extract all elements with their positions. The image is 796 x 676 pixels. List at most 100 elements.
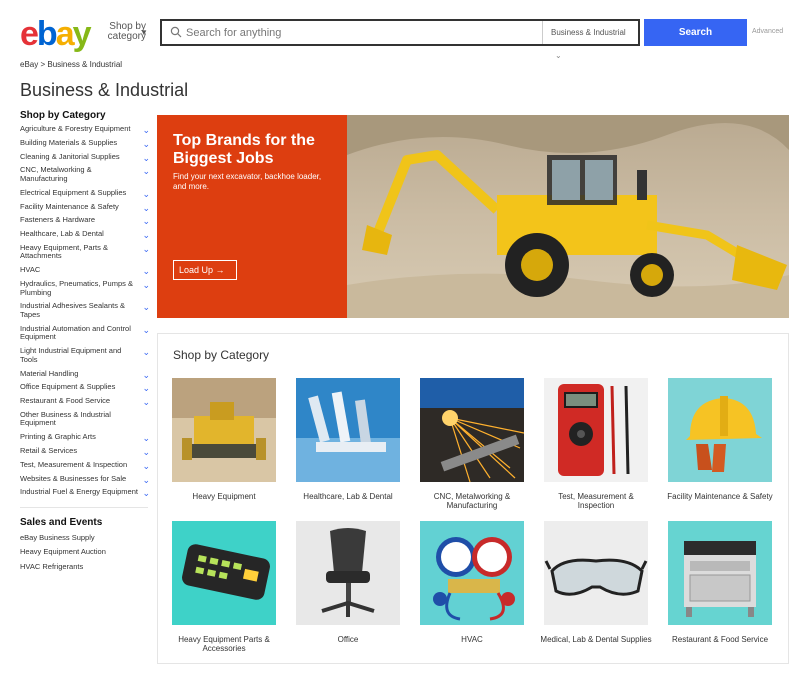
category-tile-healthcare-lab-dental[interactable]: Healthcare, Lab & Dental <box>292 378 404 501</box>
search-category-select[interactable]: Business & Industrial ⌄ <box>542 21 638 60</box>
bulldozer-image <box>172 378 276 482</box>
sales-event-link[interactable]: HVAC Refrigerants <box>20 562 152 571</box>
sidebar-item[interactable]: HVAC ⌄ <box>20 265 152 276</box>
safety-glasses-image <box>544 521 648 625</box>
sidebar-item[interactable]: Material Handling ⌄ <box>20 368 152 379</box>
sidebar-item[interactable]: Hydraulics, Pneumatics, Pumps & Plumbing… <box>20 279 152 297</box>
sidebar-item-label: Office Equipment & Supplies <box>20 382 116 392</box>
category-tile-heavy-equipment-parts[interactable]: Heavy Equipment Parts & Accessories <box>168 521 280 653</box>
tile-label: Facility Maintenance & Safety <box>667 492 773 501</box>
logo-letter-a: a <box>55 15 75 53</box>
page: ebay Shop by category ▼ Business & Indus… <box>0 0 796 676</box>
breadcrumb[interactable]: eBay > Business & Industrial <box>20 60 122 69</box>
sidebar-item[interactable]: Facility Maintenance & Safety ⌄ <box>20 202 152 212</box>
chevron-down-icon[interactable]: ⌄ <box>142 448 150 457</box>
sidebar-item[interactable]: Industrial Automation and Control Equipm… <box>20 323 152 342</box>
stove-image <box>668 521 772 625</box>
sidebar-category-list: Agriculture & Forestry Equipment ⌄ Buildin… <box>20 124 152 498</box>
chevron-down-icon[interactable]: ⌄ <box>142 231 150 240</box>
sidebar-item[interactable]: Building Materials & Supplies ⌄ <box>20 138 152 148</box>
chevron-down-icon[interactable]: ⌄ <box>142 203 150 212</box>
sidebar-item[interactable]: Printing & Graphic Arts ⌄ <box>20 432 152 443</box>
sidebar-item[interactable]: CNC, Metalworking & Manufacturing ⌄ <box>20 166 152 183</box>
sidebar-item[interactable]: Restaurant & Food Service ⌄ <box>20 396 152 407</box>
sidebar-item[interactable]: Office Equipment & Supplies ⌄ <box>20 382 152 393</box>
search-category-label: Business & Industrial <box>551 28 626 37</box>
tile-label: HVAC <box>461 635 483 644</box>
sidebar-item[interactable]: Agriculture & Forestry Equipment ⌄ <box>20 124 152 135</box>
chevron-down-icon[interactable]: ⌄ <box>142 325 150 334</box>
tile-label: CNC, Metalworking & Manufacturing <box>433 492 511 510</box>
chevron-down-icon[interactable]: ⌄ <box>142 303 150 312</box>
sidebar-item[interactable]: Industrial Fuel & Energy Equipment ⌄ <box>20 487 152 498</box>
category-tile-facility-maintenance[interactable]: Facility Maintenance & Safety <box>664 378 776 501</box>
chevron-down-icon[interactable]: ⌄ <box>142 267 150 276</box>
sidebar-item-label: Cleaning & Janitorial Supplies <box>20 151 120 161</box>
tile-label: Medical, Lab & Dental Supplies <box>540 635 652 644</box>
sidebar-item-label: Industrial Fuel & Energy Equipment <box>20 487 138 497</box>
sidebar-item[interactable]: Websites & Businesses for Sale ⌄ <box>20 474 152 484</box>
chevron-down-icon[interactable]: ⌄ <box>142 153 150 162</box>
sidebar-item[interactable]: Retail & Services ⌄ <box>20 446 152 457</box>
sidebar-divider <box>20 506 148 508</box>
search-button[interactable]: Search <box>644 19 747 46</box>
logo-letter-b: b <box>36 15 58 53</box>
sidebar-item[interactable]: Cleaning & Janitorial Supplies ⌄ <box>20 151 152 162</box>
tile-label: Healthcare, Lab & Dental <box>303 492 393 501</box>
sales-event-link[interactable]: Heavy Equipment Auction <box>20 548 152 556</box>
sidebar-item-label: Healthcare, Lab & Dental <box>20 229 104 239</box>
category-tile-test-measurement[interactable]: Test, Measurement & Inspection <box>540 378 652 510</box>
chevron-down-icon[interactable]: ⌄ <box>142 139 150 148</box>
office-chair-image <box>296 521 400 625</box>
sidebar-item[interactable]: Industrial Adhesives Sealants & Tapes ⌄ <box>20 302 152 319</box>
load-up-button[interactable]: Load Up → <box>173 260 237 280</box>
search-input[interactable] <box>186 21 536 44</box>
chevron-down-icon[interactable]: ⌄ <box>142 384 150 393</box>
chevron-down-icon[interactable]: ⌄ <box>142 461 150 470</box>
sales-event-link[interactable]: eBay Business Supply <box>20 533 152 542</box>
chevron-down-icon[interactable]: ⌄ <box>142 217 150 226</box>
chevron-down-icon[interactable]: ⌄ <box>142 189 150 198</box>
sidebar-item-label: Heavy Equipment, Parts & Attachments <box>20 242 108 261</box>
sidebar-item-label: Other Business & Industrial Equipment <box>20 409 111 428</box>
sidebar-item-label: CNC, Metalworking & Manufacturing <box>20 165 92 183</box>
category-tile-cnc-metalworking[interactable]: CNC, Metalworking & Manufacturing <box>416 378 528 510</box>
chevron-down-icon[interactable]: ⌄ <box>142 244 150 253</box>
sidebar-item[interactable]: Fasteners & Hardware ⌄ <box>20 215 152 226</box>
chevron-down-icon[interactable]: ⌄ <box>142 434 150 443</box>
category-tile-office[interactable]: Office <box>292 521 404 644</box>
sidebar-item-label: Industrial Automation and Control Equipm… <box>20 323 131 342</box>
sidebar-item[interactable]: Healthcare, Lab & Dental ⌄ <box>20 229 152 240</box>
chevron-down-icon[interactable]: ⌄ <box>142 370 150 379</box>
sidebar-item[interactable]: Heavy Equipment, Parts & Attachments ⌄ <box>20 242 152 261</box>
sidebar-item-label: Electrical Equipment & Supplies <box>20 187 127 197</box>
hero-banner[interactable]: Top Brands for the Biggest Jobs Find you… <box>157 115 789 318</box>
tile-label: Restaurant & Food Service <box>671 635 769 644</box>
chevron-down-icon[interactable]: ⌄ <box>142 126 150 135</box>
sidebar-item-label: Test, Measurement & Inspection <box>20 459 128 469</box>
advanced-search-link[interactable]: Advanced <box>752 28 783 35</box>
sidebar-item-label: Material Handling <box>20 368 79 378</box>
sidebar-item[interactable]: Light Industrial Equipment and Tools ⌄ <box>20 346 152 364</box>
grinder-sparks-image <box>420 378 525 483</box>
sidebar-item[interactable]: Electrical Equipment & Supplies ⌄ <box>20 187 152 198</box>
sidebar-item[interactable]: Test, Measurement & Inspection ⌄ <box>20 459 152 470</box>
category-tile-heavy-equipment[interactable]: Heavy Equipment <box>168 378 280 501</box>
chevron-down-icon[interactable]: ⌄ <box>142 348 150 357</box>
chevron-down-icon[interactable]: ⌄ <box>142 167 150 176</box>
multimeter-image <box>544 378 648 482</box>
sidebar-item-label: Fasteners & Hardware <box>20 215 96 225</box>
hard-hat-image <box>668 378 772 482</box>
chevron-down-icon[interactable]: ⌄ <box>142 398 150 407</box>
sidebar-item[interactable]: Other Business & Industrial Equipment <box>20 409 152 428</box>
ebay-logo[interactable]: ebay <box>20 15 92 53</box>
chevron-down-icon[interactable]: ⌄ <box>142 489 150 498</box>
page-title: Business & Industrial <box>20 80 189 100</box>
microscope-image <box>296 378 400 482</box>
category-tile-medical-lab-dental[interactable]: Medical, Lab & Dental Supplies <box>540 521 652 644</box>
sales-events-list: eBay Business Supply Heavy Equipment Auct… <box>20 533 152 571</box>
category-tile-hvac[interactable]: HVAC <box>416 521 528 644</box>
category-tile-restaurant-food-service[interactable]: Restaurant & Food Service <box>664 521 776 644</box>
chevron-down-icon[interactable]: ⌄ <box>142 281 150 290</box>
chevron-down-icon[interactable]: ⌄ <box>142 475 150 484</box>
